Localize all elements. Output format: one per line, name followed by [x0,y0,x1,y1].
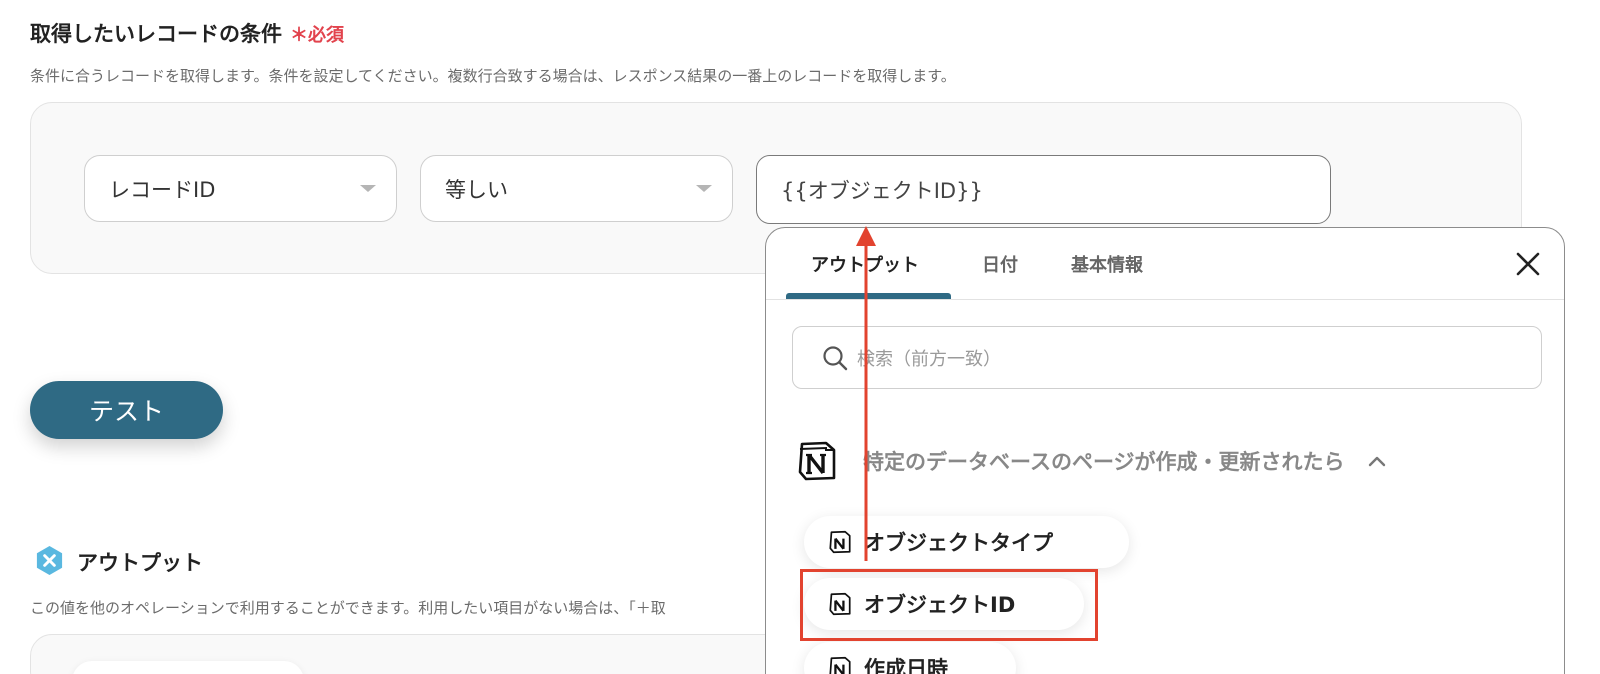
notion-icon [798,441,836,481]
operator-select-value: 等しい [445,177,508,202]
notion-icon [829,530,851,554]
condition-title-text: 取得したいレコードの条件 [30,22,282,46]
output-item-created-at[interactable]: 作成日時 [804,642,1016,674]
search-icon [823,345,848,370]
panel-tabs: アウトプット 日付 基本情報 [766,228,1564,300]
output-description: この値を他のオペレーションで利用することができます。利用したい項目がない場合は、… [30,599,666,617]
search-input[interactable]: 検索（前方一致） [792,326,1542,389]
notion-icon [829,656,851,674]
chevron-up-icon[interactable] [1367,454,1387,468]
dropdown-caret-icon [360,185,376,192]
dropdown-caret-icon [696,185,712,192]
field-select-value: レコードID [109,177,216,202]
tab-output[interactable]: アウトプット [811,251,919,277]
trigger-group-label: 特定のデータベースのページが作成・更新されたら [863,450,1345,474]
active-tab-indicator [786,293,951,299]
highlight-box [800,569,1098,641]
value-input[interactable]: {{オブジェクトID}} [756,155,1331,224]
output-title: アウトプット [77,551,203,575]
output-chip[interactable] [72,661,304,674]
required-badge: ＊必須 [290,25,344,46]
trigger-group-header[interactable]: 特定のデータベースのページが作成・更新されたら [796,440,1387,482]
tab-date[interactable]: 日付 [982,251,1018,277]
test-button[interactable]: テスト [30,381,223,439]
output-item-label: オブジェクトタイプ [864,531,1053,555]
condition-description: 条件に合うレコードを取得します。条件を設定してください。複数行合致する場合は、レ… [30,67,956,85]
close-icon[interactable] [1515,251,1541,277]
field-select[interactable]: レコードID [84,155,397,222]
output-item-label: 作成日時 [864,657,948,674]
output-item-object-type[interactable]: オブジェクトタイプ [804,516,1129,568]
output-badge-icon [36,545,63,576]
tab-basic-info[interactable]: 基本情報 [1071,251,1143,277]
condition-title: 取得したいレコードの条件 ＊必須 [30,18,344,48]
operator-select[interactable]: 等しい [420,155,733,222]
value-input-text: {{オブジェクトID}} [781,178,983,203]
search-placeholder: 検索（前方一致） [857,348,1001,370]
